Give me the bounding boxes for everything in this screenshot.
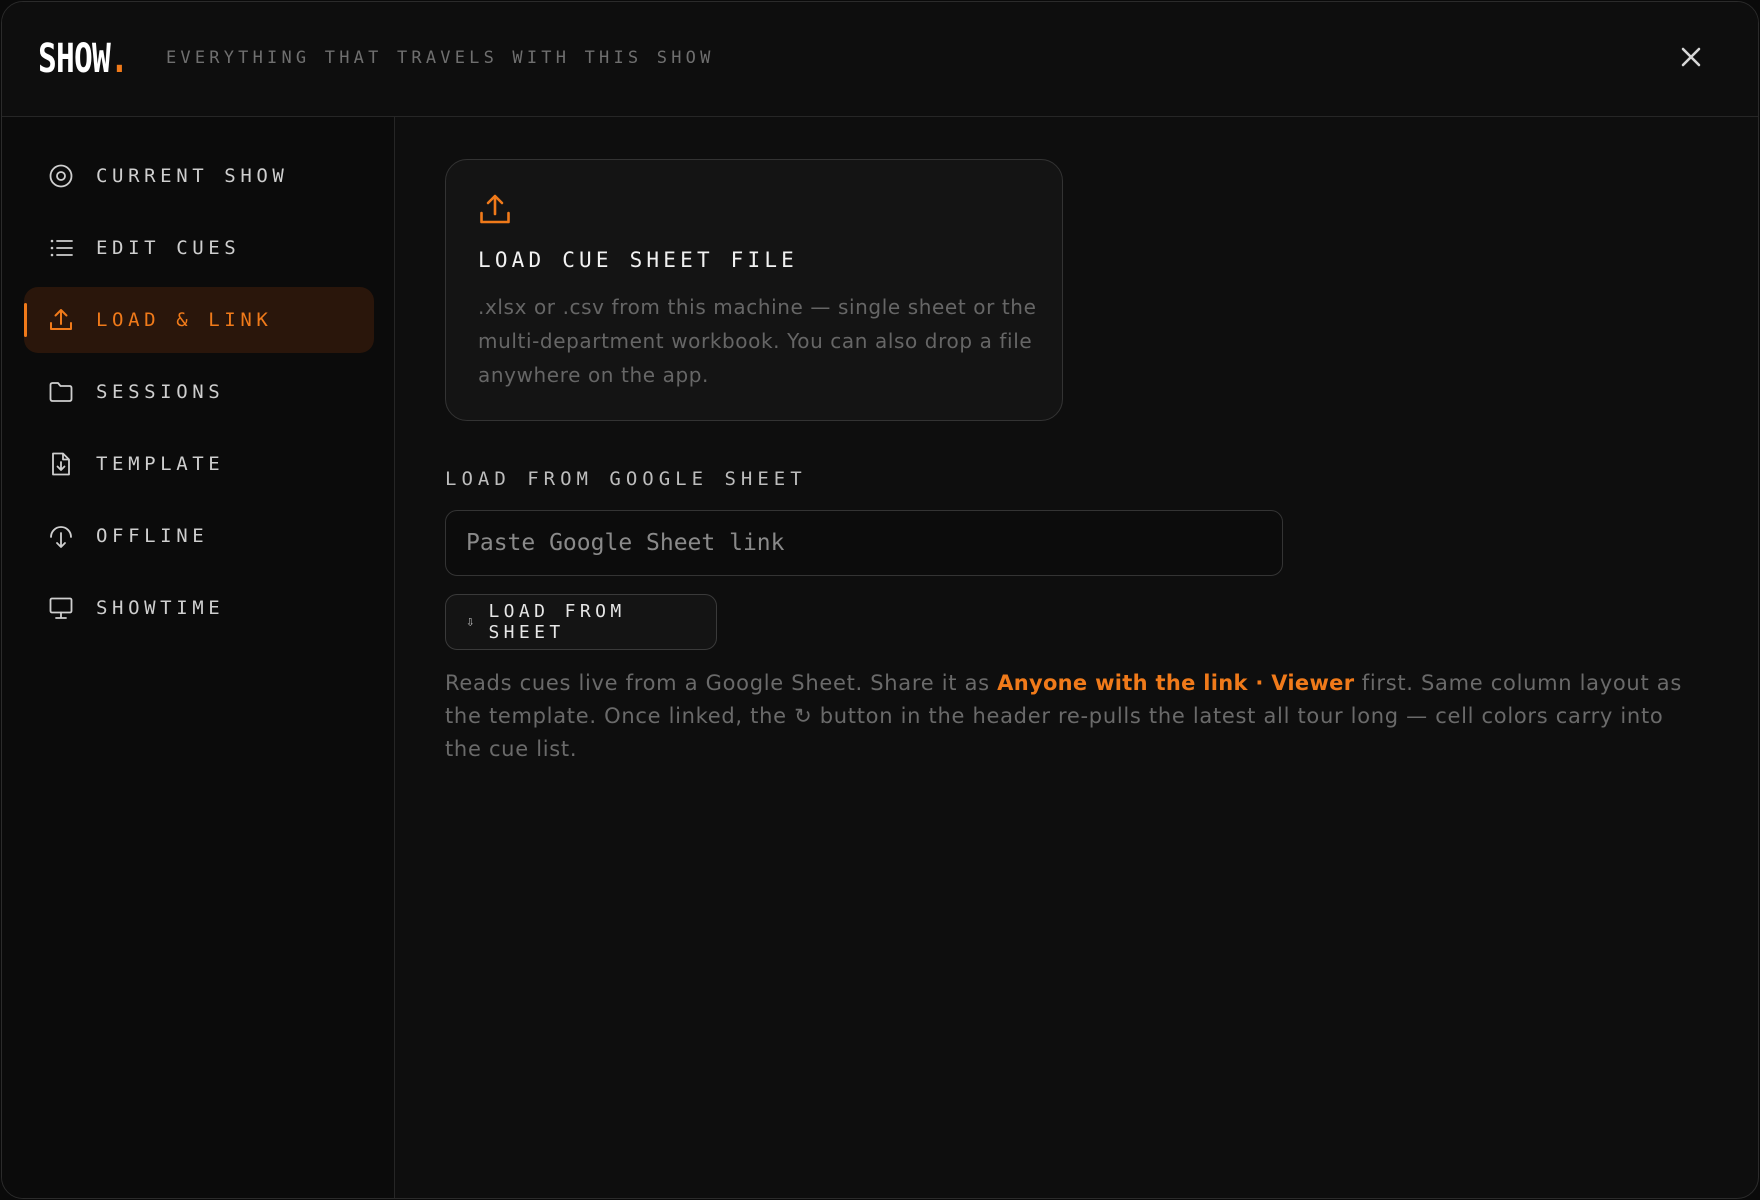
sidebar-item-label: SESSIONS	[96, 381, 225, 403]
google-sheet-link-input[interactable]	[445, 510, 1283, 576]
sidebar-item-offline[interactable]: OFFLINE	[24, 503, 374, 569]
sidebar: CURRENT SHOW EDIT CUES LOAD & LINK SESSI…	[2, 117, 395, 1198]
list-icon	[50, 239, 73, 257]
arrow-down-icon: ⇩	[466, 614, 475, 630]
close-button[interactable]	[1676, 42, 1706, 72]
sidebar-item-template[interactable]: TEMPLATE	[24, 431, 374, 497]
folder-icon	[49, 382, 73, 402]
monitor-icon	[49, 597, 73, 619]
sidebar-item-label: TEMPLATE	[96, 453, 225, 475]
sidebar-item-label: EDIT CUES	[96, 237, 241, 259]
sidebar-item-sessions[interactable]: SESSIONS	[24, 359, 374, 425]
file-download-icon	[52, 452, 70, 476]
load-from-sheet-button[interactable]: ⇩ LOAD FROM SHEET	[445, 594, 717, 650]
sidebar-item-showtime[interactable]: SHOWTIME	[24, 575, 374, 641]
target-icon	[49, 164, 73, 188]
app-logo: SHOW.	[38, 36, 129, 82]
sidebar-item-label: CURRENT SHOW	[96, 165, 289, 187]
cloud-download-icon	[50, 526, 72, 548]
close-icon	[1681, 47, 1701, 67]
card-description: .xlsx or .csv from this machine — single…	[478, 295, 1037, 387]
card-title: LOAD CUE SHEET FILE	[478, 248, 799, 272]
load-from-sheet-label: LOAD FROM SHEET	[488, 601, 626, 643]
sidebar-item-label: LOAD & LINK	[96, 309, 273, 331]
sidebar-item-edit-cues[interactable]: EDIT CUES	[24, 215, 374, 281]
upload-icon	[50, 309, 72, 330]
settings-modal: SHOW. EVERYTHING THAT TRAVELS WITH THIS …	[1, 1, 1759, 1199]
google-sheet-help-text: Reads cues live from a Google Sheet. Sha…	[445, 671, 1682, 761]
share-setting-highlight: Anyone with the link · Viewer	[997, 671, 1355, 695]
load-file-card[interactable]: LOAD CUE SHEET FILE .xlsx or .csv from t…	[445, 159, 1063, 421]
sidebar-item-current-show[interactable]: CURRENT SHOW	[24, 143, 374, 209]
sidebar-item-label: OFFLINE	[96, 525, 209, 547]
upload-icon	[480, 194, 510, 224]
header-tagline: EVERYTHING THAT TRAVELS WITH THIS SHOW	[166, 48, 715, 68]
sidebar-item-label: SHOWTIME	[96, 597, 225, 619]
modal-header: SHOW. EVERYTHING THAT TRAVELS WITH THIS …	[2, 2, 1758, 117]
main-content: LOAD CUE SHEET FILE .xlsx or .csv from t…	[395, 117, 1758, 1198]
sidebar-item-load-link[interactable]: LOAD & LINK	[24, 287, 374, 353]
google-sheet-label: LOAD FROM GOOGLE SHEET	[445, 468, 807, 490]
